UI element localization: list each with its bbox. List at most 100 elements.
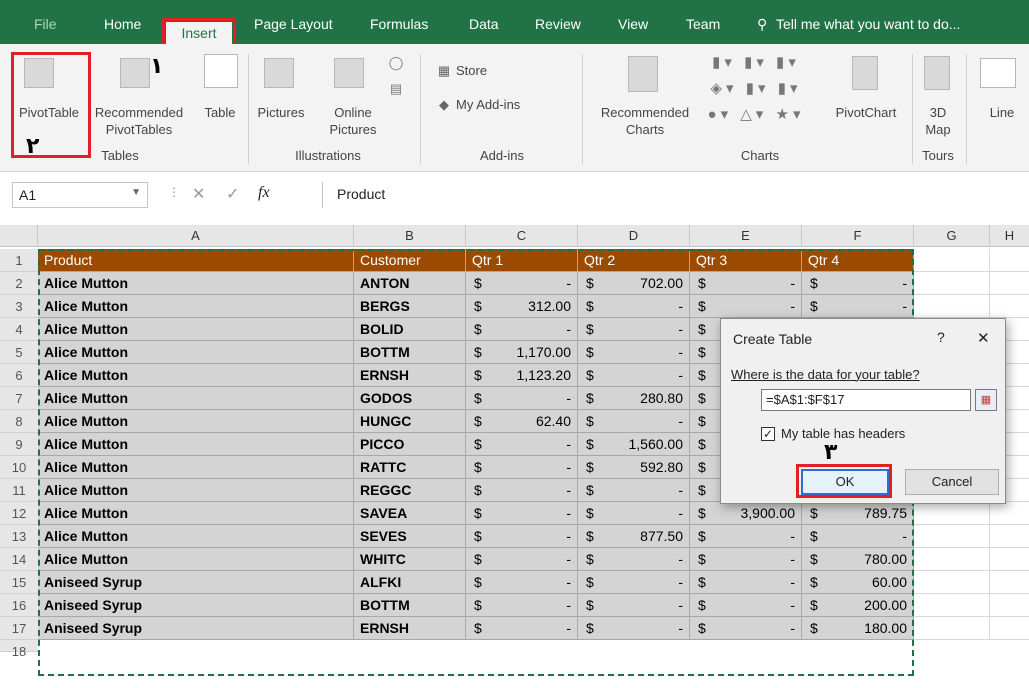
tab-view[interactable]: View (618, 14, 648, 44)
row-header[interactable]: 3 (0, 295, 38, 318)
product-cell[interactable]: Alice Mutton (38, 410, 354, 433)
row-header[interactable]: 18 (0, 640, 38, 659)
column-header[interactable]: B (354, 225, 466, 247)
pivot-chart-button[interactable]: PivotChart (828, 104, 904, 121)
amount-cell[interactable]: $- (690, 525, 802, 548)
row-header[interactable]: 16 (0, 594, 38, 617)
tab-file[interactable]: File (34, 14, 57, 44)
customer-cell[interactable]: BOLID (354, 318, 466, 341)
table-header-cell[interactable]: Qtr 4 (802, 249, 914, 272)
product-cell[interactable]: Alice Mutton (38, 433, 354, 456)
column-header[interactable]: G (914, 225, 990, 247)
table-header-cell[interactable]: Product (38, 249, 354, 272)
amount-cell[interactable]: $- (802, 272, 914, 295)
table-header-cell[interactable]: Customer (354, 249, 466, 272)
tab-formulas[interactable]: Formulas (370, 14, 428, 44)
amount-cell[interactable]: $- (466, 571, 578, 594)
table-header-cell[interactable]: Qtr 1 (466, 249, 578, 272)
help-button[interactable]: ? (937, 329, 945, 345)
column-header[interactable]: C (466, 225, 578, 247)
row-header[interactable]: 2 (0, 272, 38, 295)
amount-cell[interactable]: $1,123.20 (466, 364, 578, 387)
column-header[interactable]: F (802, 225, 914, 247)
amount-cell[interactable]: $180.00 (802, 617, 914, 640)
empty-cell[interactable] (990, 295, 1029, 318)
empty-cell[interactable] (990, 272, 1029, 295)
amount-cell[interactable]: $- (578, 502, 690, 525)
table-header-cell[interactable]: Qtr 3 (690, 249, 802, 272)
my-addins-button[interactable]: My Add-ins (456, 96, 520, 113)
amount-cell[interactable]: $- (578, 571, 690, 594)
amount-cell[interactable]: $- (578, 548, 690, 571)
empty-cell[interactable] (914, 548, 990, 571)
empty-cell[interactable] (914, 295, 990, 318)
product-cell[interactable]: Aniseed Syrup (38, 617, 354, 640)
amount-cell[interactable]: $- (690, 272, 802, 295)
store-button[interactable]: Store (456, 62, 487, 79)
empty-cell[interactable] (914, 249, 990, 272)
row-header[interactable]: 12 (0, 502, 38, 525)
amount-cell[interactable]: $200.00 (802, 594, 914, 617)
product-cell[interactable]: Alice Mutton (38, 479, 354, 502)
chevron-down-icon[interactable]: ▼ (131, 187, 141, 198)
enter-icon[interactable]: ✓ (226, 184, 239, 204)
row-header[interactable]: 5 (0, 341, 38, 364)
table-button[interactable]: Table (194, 104, 246, 121)
tell-me-box[interactable]: Tell me what you want to do... (776, 14, 960, 44)
amount-cell[interactable]: $- (578, 479, 690, 502)
empty-cell[interactable] (990, 249, 1029, 272)
collapse-range-icon[interactable]: ▦ (975, 389, 997, 411)
amount-cell[interactable]: $- (466, 548, 578, 571)
customer-cell[interactable]: HUNGC (354, 410, 466, 433)
amount-cell[interactable]: $877.50 (578, 525, 690, 548)
chart-type-icons-row3[interactable]: ●▾ △▾ ★▾ (706, 106, 806, 123)
amount-cell[interactable]: $280.80 (578, 387, 690, 410)
tab-team[interactable]: Team (686, 14, 720, 44)
empty-cell[interactable] (990, 502, 1029, 525)
amount-cell[interactable]: $- (466, 502, 578, 525)
amount-cell[interactable]: $- (466, 456, 578, 479)
row-header[interactable]: 7 (0, 387, 38, 410)
empty-cell[interactable] (914, 617, 990, 640)
customer-cell[interactable]: GODOS (354, 387, 466, 410)
amount-cell[interactable]: $- (690, 548, 802, 571)
customer-cell[interactable]: WHITC (354, 548, 466, 571)
amount-cell[interactable]: $- (466, 318, 578, 341)
product-cell[interactable]: Alice Mutton (38, 318, 354, 341)
amount-cell[interactable]: $- (466, 479, 578, 502)
amount-cell[interactable]: $- (802, 525, 914, 548)
name-box[interactable]: A1 ▼ (12, 182, 148, 208)
3d-map-button[interactable]: 3D Map (918, 104, 958, 138)
amount-cell[interactable]: $- (466, 387, 578, 410)
amount-cell[interactable]: $- (466, 617, 578, 640)
line-button[interactable]: Line (984, 104, 1020, 121)
column-header[interactable]: A (38, 225, 354, 247)
customer-cell[interactable]: ANTON (354, 272, 466, 295)
empty-cell[interactable] (914, 594, 990, 617)
amount-cell[interactable]: $- (466, 272, 578, 295)
customer-cell[interactable]: ERNSH (354, 364, 466, 387)
row-header[interactable]: 17 (0, 617, 38, 640)
chart-type-icons[interactable]: ▮▾ ▮▾ ▮▾ (706, 54, 806, 71)
customer-cell[interactable]: BOTTM (354, 594, 466, 617)
smartart-icon[interactable]: ▤ (384, 80, 408, 97)
insert-function-icon[interactable]: fx (258, 184, 270, 202)
product-cell[interactable]: Alice Mutton (38, 502, 354, 525)
amount-cell[interactable]: $1,560.00 (578, 433, 690, 456)
customer-cell[interactable]: ERNSH (354, 617, 466, 640)
empty-cell[interactable] (914, 502, 990, 525)
row-header[interactable]: 14 (0, 548, 38, 571)
shapes-icon[interactable]: ◯ (384, 54, 408, 71)
amount-cell[interactable]: $- (578, 617, 690, 640)
amount-cell[interactable]: $- (466, 433, 578, 456)
customer-cell[interactable]: PICCO (354, 433, 466, 456)
empty-cell[interactable] (914, 525, 990, 548)
amount-cell[interactable]: $- (690, 571, 802, 594)
customer-cell[interactable]: BOTTM (354, 341, 466, 364)
amount-cell[interactable]: $60.00 (802, 571, 914, 594)
product-cell[interactable]: Alice Mutton (38, 548, 354, 571)
empty-cell[interactable] (990, 617, 1029, 640)
range-input[interactable]: =$A$1:$F$17 (761, 389, 971, 411)
row-header[interactable]: 15 (0, 571, 38, 594)
customer-cell[interactable]: REGGC (354, 479, 466, 502)
